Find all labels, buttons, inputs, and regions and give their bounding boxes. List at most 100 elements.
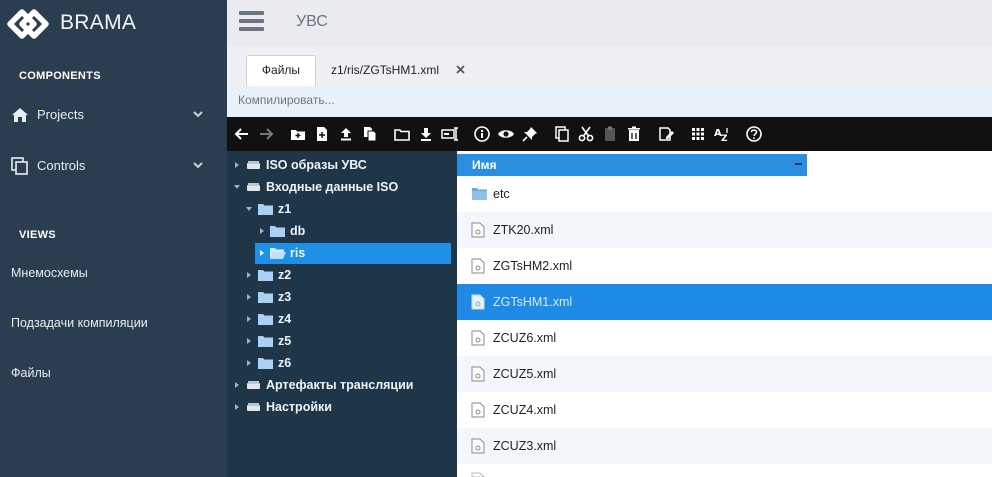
xml-file-icon <box>471 366 485 382</box>
arrow-left-icon[interactable] <box>233 125 251 143</box>
tree-node[interactable]: z5 <box>243 331 452 352</box>
file-row[interactable]: ZCUZ3.xml <box>457 428 992 464</box>
eye-icon[interactable] <box>497 125 515 143</box>
chevron-down-icon <box>193 162 203 169</box>
brama-logo <box>7 9 49 39</box>
file-row[interactable]: ZGTsHM2.xml <box>457 248 992 284</box>
file-row[interactable]: etc <box>457 176 992 212</box>
sidebar-item-controls[interactable]: Controls <box>0 149 227 183</box>
caret-right-icon[interactable] <box>245 337 253 345</box>
view-item-mnemo[interactable]: Мнемосхемы <box>11 266 88 280</box>
rename-icon[interactable] <box>441 125 459 143</box>
tree-node-label: z2 <box>278 268 292 282</box>
folder-icon <box>258 204 273 215</box>
drive-icon <box>247 381 260 389</box>
tree-node[interactable]: db <box>255 221 452 242</box>
caret-right-icon[interactable] <box>245 315 253 323</box>
folder-icon <box>258 314 273 325</box>
xml-file-icon <box>471 402 485 418</box>
caret-right-icon[interactable] <box>233 403 241 411</box>
caret-right-icon[interactable] <box>258 227 266 235</box>
file-name: ZCUZ3.xml <box>493 439 557 453</box>
info-icon[interactable] <box>473 125 491 143</box>
tree-node[interactable]: z4 <box>243 309 452 330</box>
sort-az-icon[interactable]: AZ <box>713 125 731 143</box>
tree-node[interactable]: z2 <box>243 265 452 286</box>
caret-right-icon[interactable] <box>233 161 241 169</box>
file-row[interactable]: ZCUZ5.xml <box>457 356 992 392</box>
file-row[interactable]: ZTK20.xml <box>457 212 992 248</box>
file-row-partial[interactable] <box>457 464 992 477</box>
caret-right-icon[interactable] <box>258 249 266 257</box>
folder-icon <box>472 188 487 200</box>
xml-file-icon <box>471 330 485 346</box>
caret-right-icon[interactable] <box>245 359 253 367</box>
tree-node[interactable]: Настройки <box>232 397 452 418</box>
tree-node-label: db <box>290 224 306 238</box>
xml-file-icon <box>471 472 485 477</box>
drive-icon <box>247 183 260 191</box>
file-row[interactable]: ZCUZ6.xml <box>457 320 992 356</box>
page-title: УВС <box>296 13 328 30</box>
pin-icon[interactable] <box>521 125 539 143</box>
menu-toggle-button[interactable] <box>239 11 265 33</box>
tab-document[interactable]: z1/ris/ZGTsHM1.xml <box>331 56 439 86</box>
drive-icon <box>247 161 260 169</box>
tree-node[interactable]: z3 <box>243 287 452 308</box>
grid-view-icon[interactable] <box>689 125 707 143</box>
home-icon <box>12 108 28 122</box>
tree-node[interactable]: ISO образы УВС <box>232 155 452 176</box>
new-file-icon[interactable] <box>313 125 331 143</box>
hamburger-bar <box>239 11 264 15</box>
delete-icon[interactable] <box>625 125 643 143</box>
help-icon[interactable] <box>745 125 763 143</box>
tab-files[interactable]: Файлы <box>246 55 316 87</box>
caret-right-icon[interactable] <box>233 381 241 389</box>
sidebar-item-label: Controls <box>37 158 86 173</box>
edit-icon[interactable] <box>657 125 675 143</box>
folder-icon <box>258 358 273 369</box>
tree-node-selected[interactable]: ris <box>255 243 451 264</box>
components-section-title: COMPONENTS <box>19 70 101 82</box>
tree-node[interactable]: Входные данные ISO <box>232 177 452 198</box>
close-icon[interactable] <box>455 64 466 75</box>
view-item-files[interactable]: Файлы <box>11 366 51 380</box>
caret-down-icon[interactable] <box>233 183 241 191</box>
folder-icon[interactable] <box>393 125 411 143</box>
tree-node[interactable]: z1 <box>243 199 452 220</box>
cut-icon[interactable] <box>577 125 595 143</box>
caret-right-icon[interactable] <box>245 293 253 301</box>
folder-icon <box>258 270 273 281</box>
sort-indicator-icon <box>795 163 802 165</box>
file-row-selected[interactable]: ZGTsHM1.xml <box>457 284 992 320</box>
tree-node-label: z6 <box>278 356 292 370</box>
file-row[interactable]: ZCUZ4.xml <box>457 392 992 428</box>
download-icon[interactable] <box>417 125 435 143</box>
file-name: ZGTsHM2.xml <box>493 259 573 273</box>
tree-node[interactable]: z6 <box>243 353 452 374</box>
chevron-down-icon <box>193 111 203 118</box>
copy-icon[interactable] <box>553 125 571 143</box>
xml-file-icon <box>471 438 485 454</box>
column-header-name[interactable]: Имя <box>457 154 807 176</box>
file-name: ZCUZ4.xml <box>493 403 557 417</box>
tree-node-label: z1 <box>278 202 292 216</box>
paste-icon[interactable] <box>601 125 619 143</box>
sidebar-item-label: Projects <box>37 107 84 122</box>
header <box>227 0 992 47</box>
view-item-compile-subtasks[interactable]: Подзадачи компиляции <box>11 316 148 330</box>
new-folder-icon[interactable] <box>289 125 307 143</box>
upload-icon[interactable] <box>337 125 355 143</box>
tree-node[interactable]: Артефакты трансляции <box>232 375 452 396</box>
tree-node-label: z5 <box>278 334 292 348</box>
arrow-right-icon[interactable] <box>257 125 275 143</box>
folder-icon <box>258 292 273 303</box>
sidebar-item-projects[interactable]: Projects <box>0 98 227 132</box>
file-name: ZTK20.xml <box>493 223 554 237</box>
copy-files-icon[interactable] <box>361 125 379 143</box>
compile-input[interactable] <box>238 93 538 107</box>
tree-node-label: ISO образы УВС <box>266 158 367 172</box>
caret-down-icon[interactable] <box>245 205 253 213</box>
copy-icon <box>11 157 28 175</box>
caret-right-icon[interactable] <box>245 271 253 279</box>
